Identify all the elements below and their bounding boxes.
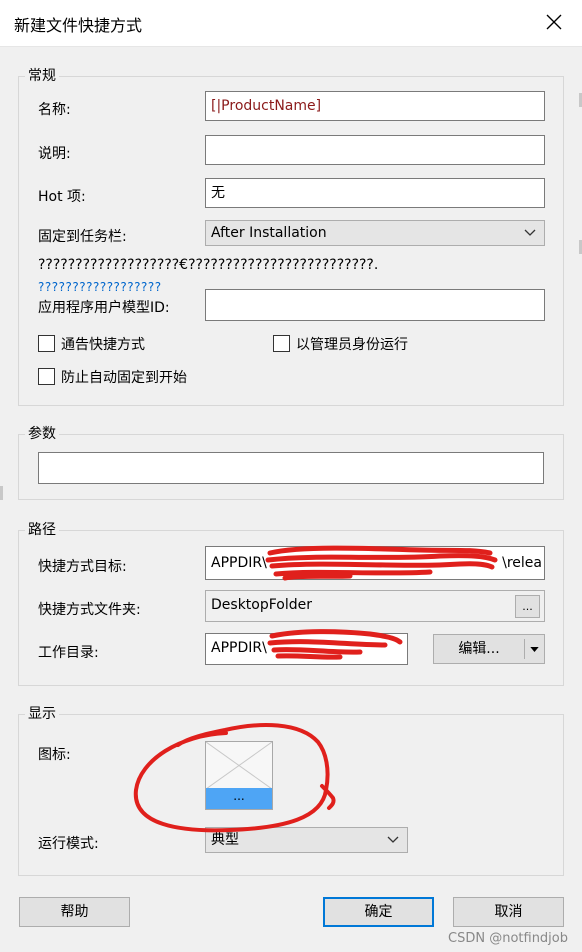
description-input[interactable] (205, 135, 545, 165)
browse-folder-button[interactable]: ... (515, 595, 540, 618)
prevent-pin-checkbox[interactable] (38, 368, 55, 385)
hotkey-input[interactable]: 无 (205, 178, 545, 208)
shortcut-folder-value: DesktopFolder (211, 597, 313, 613)
title-bar: 新建文件快捷方式 (0, 0, 582, 47)
cancel-button[interactable]: 取消 (453, 897, 564, 927)
path-legend: 路径 (25, 519, 59, 539)
edit-button-label: 编辑... (458, 641, 500, 657)
working-dir-label: 工作目录: (38, 645, 99, 661)
advertise-checkbox[interactable] (38, 335, 55, 352)
display-legend: 显示 (25, 703, 59, 723)
help-link[interactable]: ?????????????????? (38, 280, 162, 294)
shortcut-target-prefix: APPDIR\ (211, 555, 267, 571)
ok-button[interactable]: 确定 (323, 897, 434, 927)
chevron-down-icon (524, 229, 536, 236)
app-model-id-label: 应用程序用户模型ID: (38, 300, 170, 316)
description-label: 说明: (38, 146, 71, 162)
help-button[interactable]: 帮助 (19, 897, 130, 927)
watermark: CSDN @notfindjob (448, 931, 568, 946)
name-label: 名称: (38, 102, 71, 118)
advertise-label[interactable]: 通告快捷方式 (61, 334, 145, 354)
working-dir-value: APPDIR\ (211, 640, 267, 656)
pin-taskbar-select[interactable]: After Installation (205, 220, 545, 246)
icon-picker[interactable]: ... (205, 741, 273, 810)
shortcut-target-suffix: \relea (502, 555, 542, 571)
icon-browse-button[interactable]: ... (206, 788, 272, 809)
app-model-id-input[interactable] (205, 289, 545, 321)
image-placeholder-icon (206, 742, 272, 789)
chevron-down-icon (387, 836, 399, 843)
hotkey-label: Hot 项: (38, 189, 86, 205)
icon-label: 图标: (38, 747, 71, 763)
run-as-admin-label[interactable]: 以管理员身份运行 (296, 334, 408, 354)
warning-text: ???????????????????€????????????????????… (38, 257, 379, 273)
shortcut-folder-label: 快捷方式文件夹: (38, 602, 141, 618)
pin-taskbar-value: After Installation (211, 225, 327, 241)
run-as-admin-checkbox[interactable] (273, 335, 290, 352)
arguments-legend: 参数 (25, 423, 59, 443)
shortcut-target-label: 快捷方式目标: (38, 559, 127, 575)
prevent-pin-label[interactable]: 防止自动固定到开始 (61, 367, 187, 387)
general-legend: 常规 (25, 65, 59, 85)
name-input[interactable]: [|ProductName] (205, 91, 545, 121)
working-dir-input[interactable]: APPDIR\ (205, 633, 408, 665)
close-icon[interactable] (540, 8, 568, 36)
run-mode-label: 运行模式: (38, 836, 99, 852)
shortcut-folder-input[interactable]: DesktopFolder (205, 590, 545, 622)
edit-divider (524, 639, 525, 659)
arguments-input[interactable] (38, 452, 544, 484)
run-mode-value: 典型 (211, 832, 239, 848)
run-mode-select[interactable]: 典型 (205, 827, 408, 853)
edit-button[interactable]: 编辑... (433, 634, 545, 664)
dropdown-arrow-icon[interactable] (530, 647, 539, 652)
pin-taskbar-label: 固定到任务栏: (38, 229, 127, 245)
shortcut-target-input[interactable]: APPDIR\ \relea (205, 546, 545, 580)
background-edge (0, 486, 3, 500)
window-title: 新建文件快捷方式 (14, 16, 143, 35)
